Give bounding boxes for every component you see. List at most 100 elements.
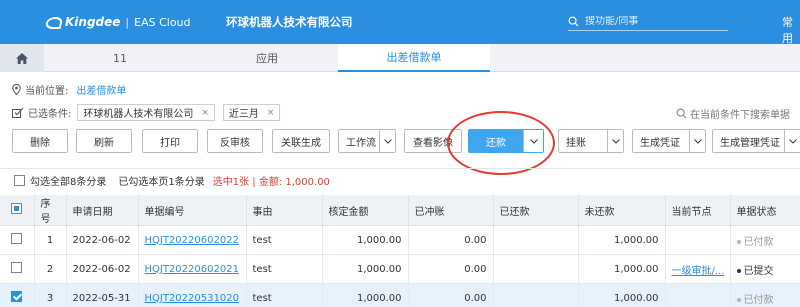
header-checkbox-cell	[0, 195, 35, 226]
chevron-down-icon[interactable]	[379, 130, 395, 152]
row-checkbox[interactable]	[11, 233, 23, 244]
cell-repaid	[493, 225, 579, 255]
status-dot-icon	[736, 297, 741, 302]
cell-unpaid: 1,000.00	[578, 254, 666, 284]
cell-seq: 2	[34, 254, 67, 284]
cell-approved-amount: 1,000.00	[322, 225, 409, 255]
doc-no-link[interactable]: HQJT20220602022	[145, 235, 239, 246]
filter-chip-text: 近三月	[228, 109, 259, 120]
selection-bar: 勾选全部8条分录 已勾选本页1条分录 选中1张 | 金额: 1,000.00	[0, 168, 800, 192]
tab-apps[interactable]: 应用	[196, 44, 338, 72]
checked-page-info: 已勾选本页1条分录	[118, 177, 205, 188]
frequent-menu[interactable]: 常用	[782, 14, 800, 46]
print-button[interactable]: 打印	[142, 129, 198, 153]
table-row[interactable]: 2 2022-06-02 HQJT20220602021 test 1,000.00 0.…	[0, 254, 800, 284]
generate-mgmt-voucher-dropdown[interactable]: 生成管理凭证	[712, 129, 800, 153]
generate-voucher-label: 生成凭证	[640, 137, 680, 149]
node-link[interactable]: 一级审批/...	[672, 266, 725, 277]
cell-status: 已付款	[730, 283, 800, 307]
chevron-down-icon[interactable]	[689, 130, 705, 152]
logo[interactable]: Kingdee | EAS Cloud	[44, 13, 191, 31]
column-header[interactable]: 核定金额	[322, 195, 409, 226]
table-row[interactable]: 1 2022-06-02 HQJT20220602022 test 1,000.00 0.…	[0, 225, 800, 255]
refresh-button[interactable]: 刷新	[76, 129, 132, 153]
filter-chip-company: 环球机器人技术有限公司 ×	[77, 104, 215, 121]
header-checkbox[interactable]	[11, 203, 23, 214]
column-header[interactable]: 未还款	[578, 195, 666, 226]
selected-filters: 已选条件: 环球机器人技术有限公司 × 近三月 ×	[12, 104, 288, 121]
doc-no-link[interactable]: HQJT20220531020	[145, 293, 239, 304]
selection-summary: 选中1张 | 金额: 1,000.00	[212, 177, 330, 188]
kingdee-logo-icon	[44, 15, 62, 29]
status-dot-icon	[736, 268, 741, 273]
search-input[interactable]	[585, 16, 715, 27]
cell-approved-amount: 1,000.00	[322, 254, 409, 284]
generate-voucher-dropdown[interactable]: 生成凭证	[632, 129, 706, 153]
cell-doc-no: HQJT20220602022	[138, 225, 247, 255]
search-hint-text: 在当前条件下搜索单据	[690, 110, 790, 121]
tab-travel-loan[interactable]: 出差借款单	[338, 44, 490, 72]
cell-unpaid: 1,000.00	[578, 225, 666, 255]
doc-no-link[interactable]: HQJT20220602021	[145, 264, 239, 275]
column-header[interactable]: 单据编号	[138, 195, 247, 226]
hang-account-dropdown[interactable]: 挂账	[558, 129, 624, 153]
cell-unpaid: 1,000.00	[578, 283, 666, 307]
cell-reason: test	[246, 225, 323, 255]
row-checkbox[interactable]	[11, 262, 23, 273]
search-within-filters[interactable]: 在当前条件下搜索单据	[676, 106, 790, 121]
search-icon	[676, 108, 687, 119]
location-link[interactable]: 出差借款单	[76, 82, 126, 97]
cell-current-node: 一级审批/...	[665, 254, 731, 284]
brand-separator: |	[125, 15, 130, 29]
cell-current-node	[665, 283, 731, 307]
cell-date: 2022-06-02	[66, 225, 139, 255]
cell-offset: 0.00	[408, 254, 494, 284]
row-checkbox-cell	[0, 225, 35, 255]
location-pin-icon	[12, 84, 21, 95]
highlight-annotation	[447, 111, 555, 175]
cell-date: 2022-05-31	[66, 283, 139, 307]
close-icon[interactable]: ×	[267, 108, 275, 118]
table-row[interactable]: 3 2022-05-31 HQJT20220531020 test 1,000.00 0.…	[0, 283, 800, 307]
filters-label: 已选条件:	[28, 109, 72, 120]
workflow-dropdown[interactable]: 工作流	[338, 129, 396, 153]
cell-doc-no: HQJT20220531020	[138, 283, 247, 307]
column-header[interactable]: 已还款	[493, 195, 579, 226]
company-name[interactable]: 环球机器人技术有限公司	[226, 14, 353, 30]
chevron-down-icon[interactable]	[784, 130, 800, 152]
select-all-checkbox[interactable]	[14, 175, 25, 186]
hang-label: 挂账	[566, 137, 586, 149]
status-text: 已付款	[743, 294, 774, 306]
cell-date: 2022-06-02	[66, 254, 139, 284]
workflow-label: 工作流	[346, 137, 376, 149]
global-search[interactable]	[568, 13, 728, 31]
filter-chip-text: 环球机器人技术有限公司	[83, 109, 194, 120]
related-generate-button[interactable]: 关联生成	[272, 129, 330, 153]
search-icon	[568, 16, 579, 27]
cell-approved-amount: 1,000.00	[322, 283, 409, 307]
generate-mgmt-voucher-label: 生成管理凭证	[720, 137, 780, 149]
chevron-down-icon[interactable]	[607, 130, 623, 152]
cell-current-node	[665, 225, 731, 255]
status-text: 已提交	[743, 265, 774, 277]
cell-offset: 0.00	[408, 225, 494, 255]
row-checkbox[interactable]	[11, 291, 23, 302]
unaudit-button[interactable]: 反审核	[207, 129, 263, 153]
cell-seq: 3	[34, 283, 67, 307]
tab-11[interactable]: 11	[44, 44, 196, 72]
row-checkbox-cell	[0, 283, 35, 307]
home-button[interactable]	[0, 44, 44, 72]
column-header[interactable]: 序号	[34, 195, 67, 226]
current-location: 当前位置: 出差借款单	[12, 82, 126, 97]
column-header[interactable]: 已冲账	[408, 195, 494, 226]
cell-reason: test	[246, 283, 323, 307]
column-header[interactable]: 事由	[246, 195, 323, 226]
column-header[interactable]: 申请日期	[66, 195, 139, 226]
column-header[interactable]: 单据状态	[730, 195, 800, 226]
status-dot-icon	[736, 239, 741, 244]
delete-button[interactable]: 删除	[12, 129, 68, 153]
product-name: EAS Cloud	[134, 15, 191, 29]
close-icon[interactable]: ×	[201, 108, 209, 118]
cell-offset: 0.00	[408, 283, 494, 307]
column-header[interactable]: 当前节点	[665, 195, 731, 226]
